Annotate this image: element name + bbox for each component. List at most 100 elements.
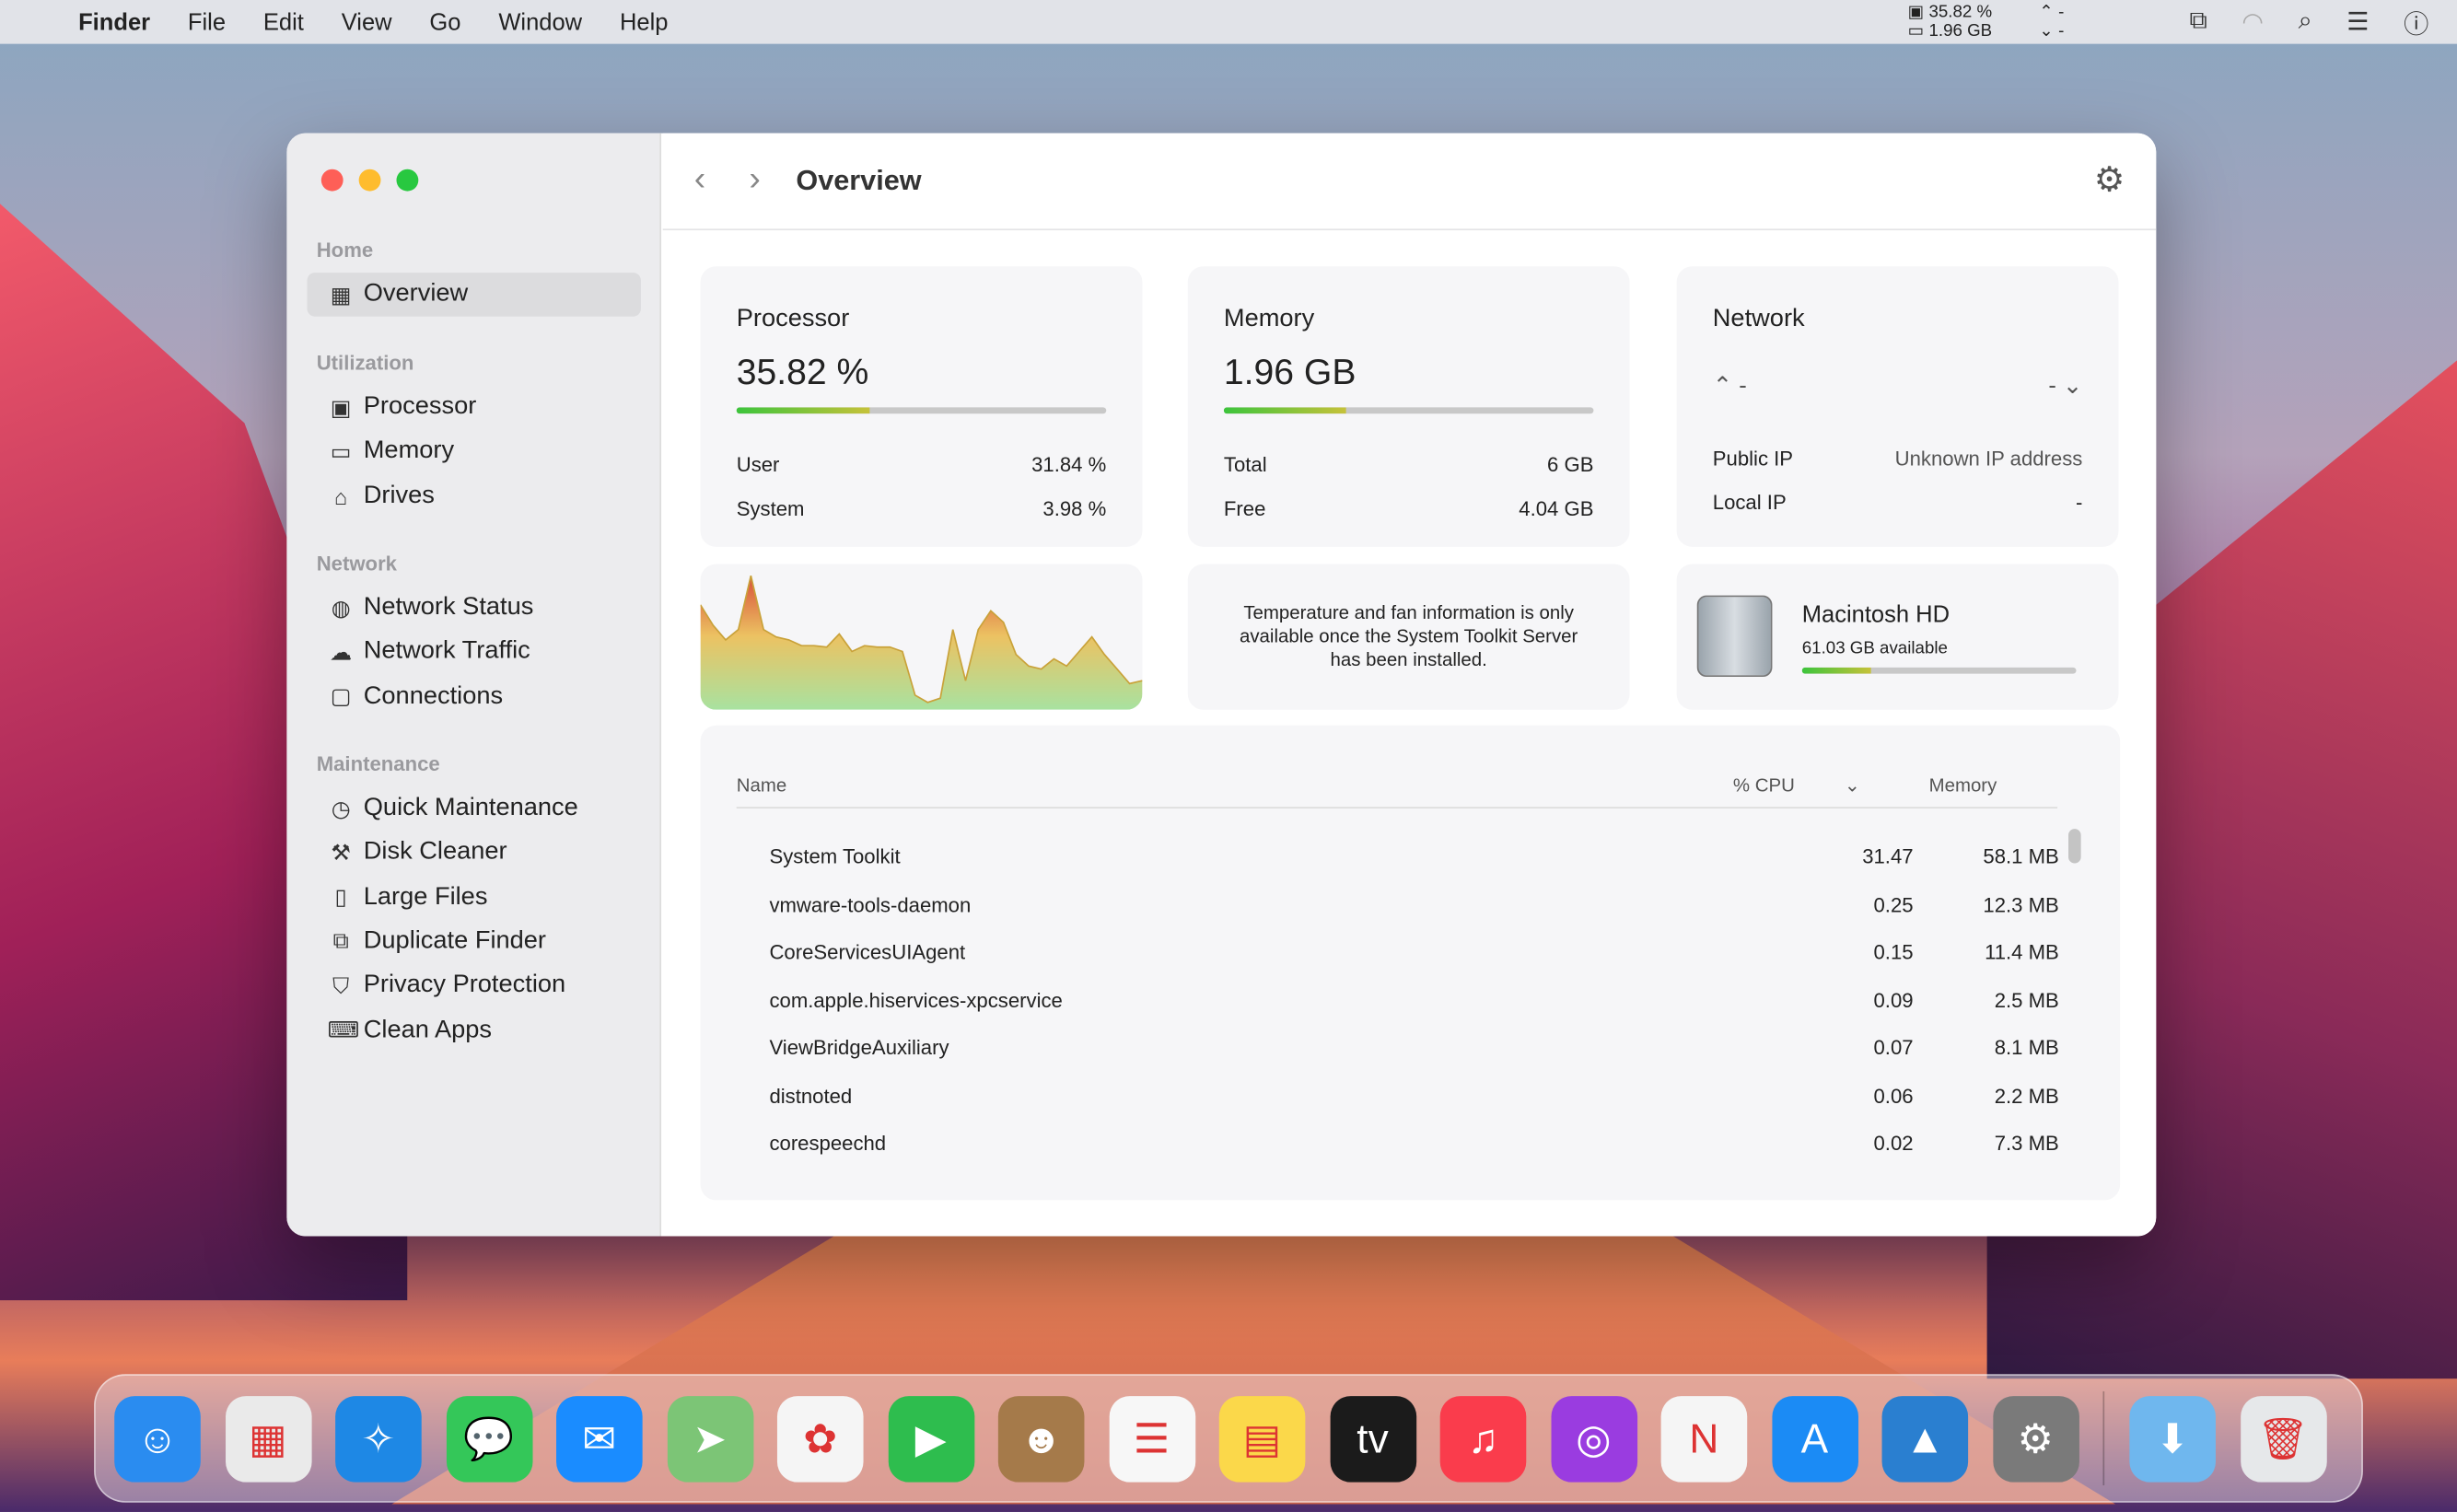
memory-card[interactable]: Memory 1.96 GB Total 6 GB Free 4.04 GB <box>1187 266 1630 547</box>
process-cpu: 0.02 <box>1873 1131 1914 1156</box>
section-utilization: Utilization <box>316 351 414 375</box>
sidebar-item-network-status[interactable]: ◍ Network Status <box>307 586 640 630</box>
grid-icon: ▦ <box>330 281 352 307</box>
user-label: User <box>736 452 780 477</box>
table-row[interactable]: ViewBridgeAuxiliary 0.07 8.1 MB <box>769 1035 2058 1083</box>
dock-trash-icon[interactable]: 🗑 <box>2240 1395 2326 1482</box>
scrollbar[interactable] <box>2068 829 2081 864</box>
menu-go[interactable]: Go <box>429 8 460 35</box>
sidebar-item-network-traffic[interactable]: ☁ Network Traffic <box>307 631 640 675</box>
main-content: ‹ › Overview ⚙ Processor 35.82 % User 31.… <box>662 133 2157 1237</box>
table-row[interactable]: vmware-tools-daemon 0.25 12.3 MB <box>769 892 2058 939</box>
dock-maps-icon[interactable]: ➤ <box>667 1395 753 1482</box>
process-name: System Toolkit <box>769 844 901 868</box>
menubar-stats[interactable]: ▣ 35.82 % ▭ 1.96 GB <box>1908 3 1993 41</box>
dock-app-store-icon[interactable]: A <box>1771 1395 1858 1482</box>
dock-tv-icon[interactable]: tv <box>1329 1395 1416 1482</box>
table-row[interactable]: com.apple.hiservices-xpcservice 0.09 2.5 M… <box>769 987 2058 1035</box>
process-name: vmware-tools-daemon <box>769 892 972 916</box>
dock-facetime-icon[interactable]: ▶ <box>887 1395 974 1482</box>
column-name[interactable]: Name <box>737 774 786 797</box>
upload-value: - <box>1739 372 1747 400</box>
dock-notes-icon[interactable]: ▤ <box>1218 1395 1306 1482</box>
memory-value: 1.96 GB <box>1223 351 1357 392</box>
dock-reminders-icon[interactable]: ☰ <box>1108 1395 1195 1482</box>
screen-mirroring-icon[interactable]: ⧉ <box>2189 8 2207 37</box>
sidebar-item-disk-cleaner[interactable]: ⚒ Disk Cleaner <box>307 831 640 875</box>
dock-mail-icon[interactable]: ✉ <box>556 1395 643 1482</box>
dock: ☺ ▦ ✧ 💬 ✉ ➤ ✿ ▶ ☻ ☰ ▤ tv ♫ ◎ N A ▲ ⚙ ⬇ 🗑 <box>94 1374 2363 1503</box>
dock-contacts-icon[interactable]: ☻ <box>997 1395 1085 1482</box>
back-button[interactable]: ‹ <box>694 158 705 199</box>
sidebar-item-duplicate-finder[interactable]: ⧉ Duplicate Finder <box>307 920 640 964</box>
table-row[interactable]: CoreServicesUIAgent 0.15 11.4 MB <box>769 939 2058 987</box>
zoom-button[interactable] <box>396 169 419 192</box>
dock-system-toolkit-icon[interactable]: ▲ <box>1881 1395 1969 1482</box>
menu-app-name[interactable]: Finder <box>78 8 150 35</box>
siri-icon[interactable]: ⓘ <box>2404 3 2428 41</box>
sidebar-item-label: Drives <box>363 482 435 509</box>
network-card[interactable]: Network ⌃ - - ⌄ Public IP Unknown IP addre… <box>1676 266 2119 547</box>
process-memory: 8.1 MB <box>1994 1035 2059 1060</box>
sort-chevron-down-icon[interactable]: ⌄ <box>1845 774 1860 797</box>
menu-bar: Finder File Edit View Go Window Help ▣ 3… <box>0 0 2457 44</box>
wifi-icon[interactable]: ◠ <box>2242 6 2264 38</box>
menu-edit[interactable]: Edit <box>263 8 304 35</box>
menu-window[interactable]: Window <box>498 8 582 35</box>
sidebar-item-quick-maintenance[interactable]: ◷ Quick Maintenance <box>307 786 640 831</box>
close-button[interactable] <box>320 169 344 192</box>
process-name: ViewBridgeAuxiliary <box>769 1035 949 1060</box>
table-row[interactable]: System Toolkit 31.47 58.1 MB <box>769 844 2058 891</box>
sidebar-item-connections[interactable]: ▢ Connections <box>307 675 640 719</box>
app-window: Home ▦ Overview Utilization ▣ Processor ▭ Memor… <box>286 133 2157 1237</box>
dock-finder-icon[interactable]: ☺ <box>114 1395 201 1482</box>
processor-title: Processor <box>736 305 850 332</box>
disk-card[interactable]: Macintosh HD 61.03 GB available <box>1676 564 2119 710</box>
sidebar-item-overview[interactable]: ▦ Overview <box>307 273 641 317</box>
forward-button[interactable]: › <box>749 158 760 199</box>
column-memory[interactable]: Memory <box>1929 774 1997 797</box>
process-memory: 2.2 MB <box>1994 1083 2059 1108</box>
table-row[interactable]: distnoted 0.06 2.2 MB <box>769 1084 2058 1131</box>
section-home: Home <box>316 238 374 262</box>
desktop: Finder File Edit View Go Window Help ▣ 3… <box>0 0 2457 1512</box>
sidebar-item-drives[interactable]: ⌂ Drives <box>307 474 640 518</box>
sidebar-item-large-files[interactable]: ▯ Large Files <box>307 875 640 919</box>
sensors-message: Temperature and fan information is only … <box>1239 601 1578 671</box>
process-name: com.apple.hiservices-xpcservice <box>769 987 1063 1012</box>
process-name: CoreServicesUIAgent <box>769 939 966 964</box>
menu-file[interactable]: File <box>188 8 226 35</box>
spotlight-search-icon[interactable]: ⌕ <box>2299 8 2312 37</box>
menu-help[interactable]: Help <box>620 8 669 35</box>
download-value: - <box>2048 372 2056 400</box>
dock-news-icon[interactable]: N <box>1660 1395 1748 1482</box>
dock-podcasts-icon[interactable]: ◎ <box>1550 1395 1637 1482</box>
dock-downloads-icon[interactable]: ⬇ <box>2129 1395 2216 1482</box>
menubar-mem: 1.96 GB <box>1928 21 1993 41</box>
processor-card[interactable]: Processor 35.82 % User 31.84 % System 3.98… <box>700 266 1143 547</box>
sidebar-item-processor[interactable]: ▣ Processor <box>307 386 640 430</box>
dock-system-preferences-icon[interactable]: ⚙ <box>1992 1395 2079 1482</box>
dock-safari-icon[interactable]: ✧ <box>335 1395 422 1482</box>
dock-launchpad-icon[interactable]: ▦ <box>225 1395 311 1482</box>
column-cpu[interactable]: % CPU <box>1733 774 1795 797</box>
minimize-button[interactable] <box>358 169 381 192</box>
processor-usage-bar <box>736 407 1107 414</box>
total-label: Total <box>1223 452 1267 477</box>
dock-messages-icon[interactable]: 💬 <box>446 1395 532 1482</box>
sidebar-item-memory[interactable]: ▭ Memory <box>307 430 640 474</box>
user-value: 31.84 % <box>1031 452 1107 477</box>
keyboard-icon: ⌨ <box>327 1017 360 1042</box>
sidebar-item-label: Duplicate Finder <box>363 927 546 955</box>
upload-icon: ⌃ <box>1712 372 1733 400</box>
settings-gear-icon[interactable]: ⚙ <box>2094 160 2125 201</box>
sidebar-item-privacy-protection[interactable]: ⛉ Privacy Protection <box>307 964 640 1008</box>
sidebar-item-clean-apps[interactable]: ⌨ Clean Apps <box>307 1008 640 1053</box>
table-row[interactable]: corespeechd 0.02 7.3 MB <box>769 1131 2058 1179</box>
control-center-icon[interactable]: ☰ <box>2346 6 2369 38</box>
menubar-network[interactable]: ⌃ - ⌄ - <box>2039 3 2064 41</box>
files-icon: ▯ <box>334 883 347 910</box>
dock-photos-icon[interactable]: ✿ <box>776 1395 864 1482</box>
menu-view[interactable]: View <box>342 8 392 35</box>
dock-music-icon[interactable]: ♫ <box>1439 1395 1527 1482</box>
